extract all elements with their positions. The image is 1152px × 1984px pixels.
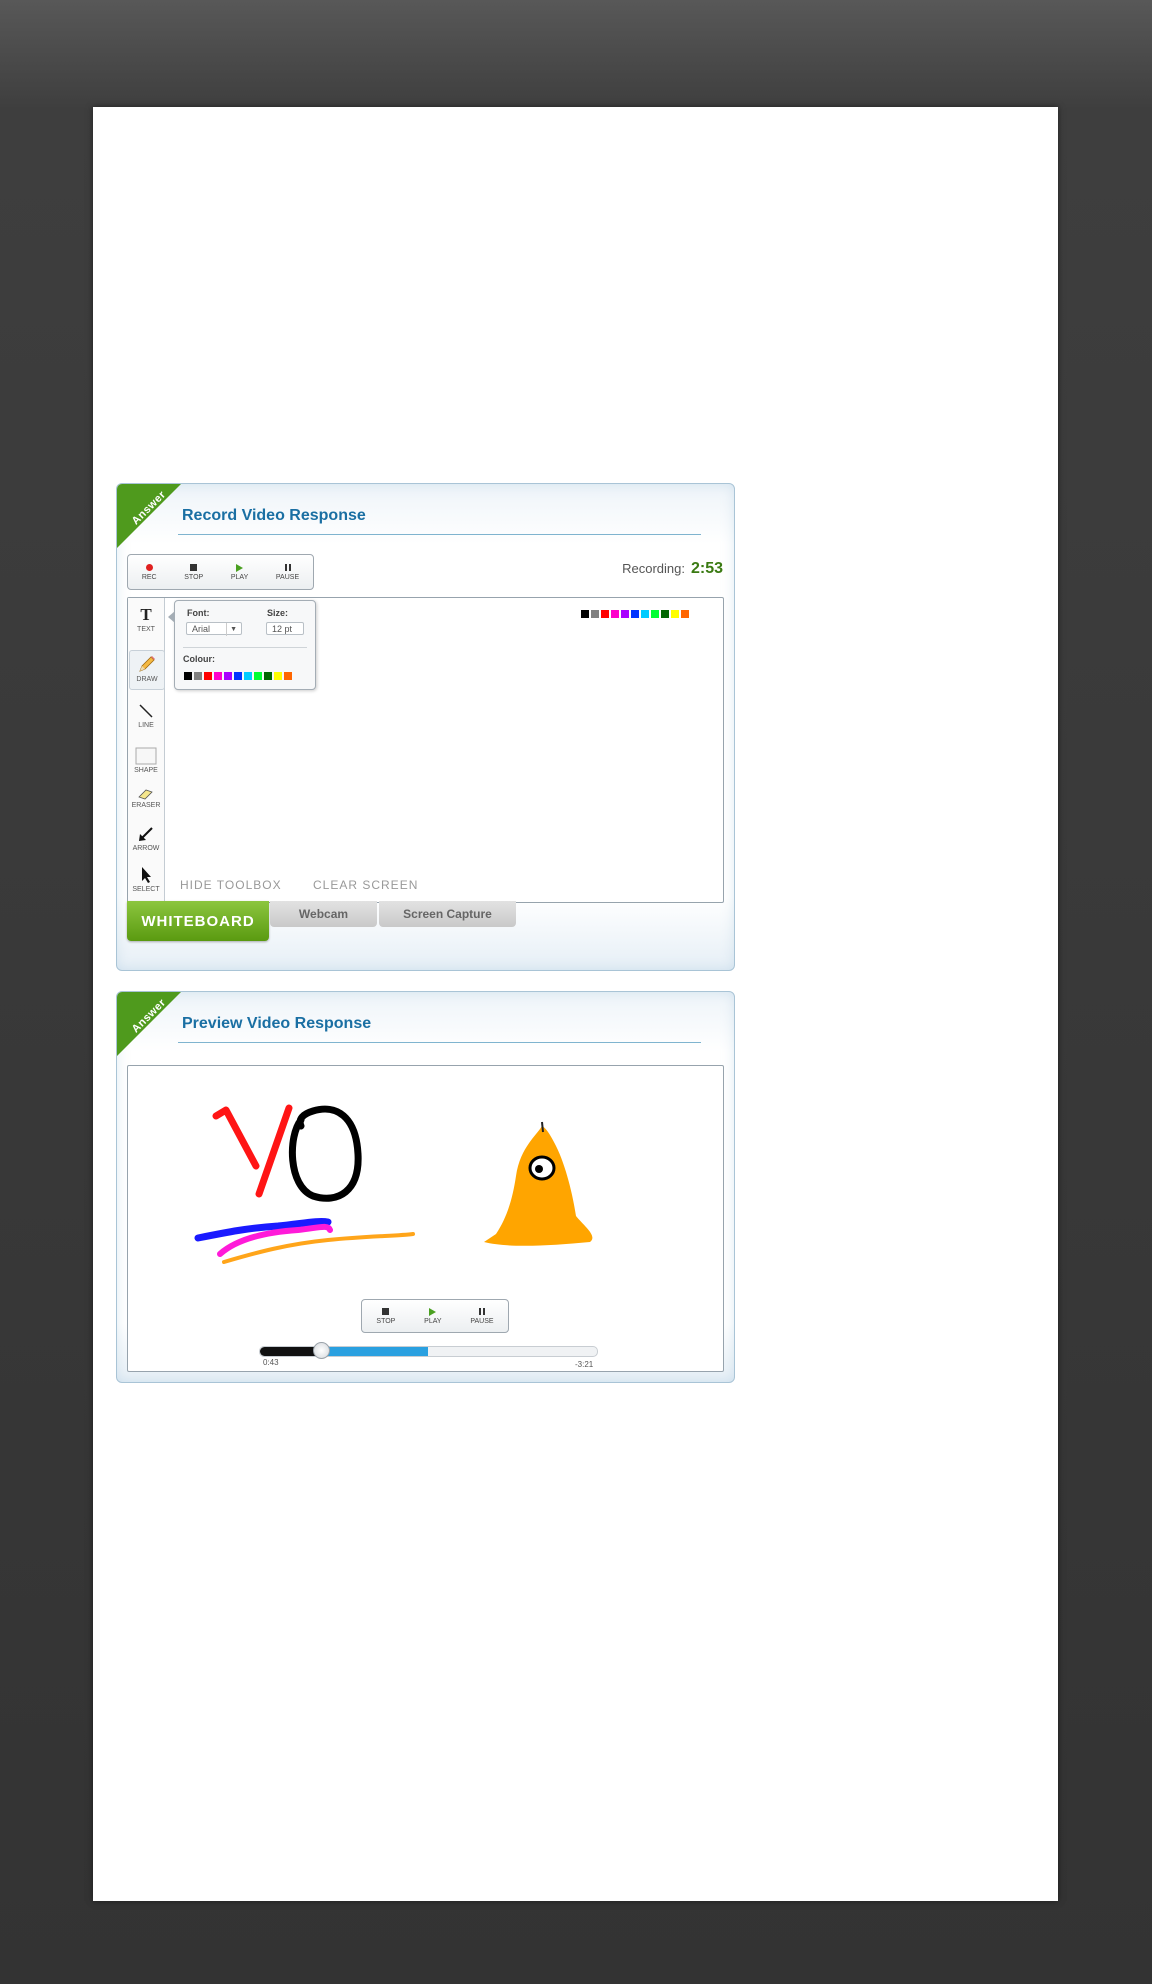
tab-webcam[interactable]: Webcam bbox=[270, 901, 377, 927]
cursor-icon bbox=[142, 867, 151, 883]
stop-button[interactable]: STOP bbox=[184, 563, 203, 581]
font-label: Font: bbox=[187, 608, 210, 618]
page-content: Answer Record Video Response REC STOP PL… bbox=[93, 107, 1058, 1901]
panel-title: Preview Video Response bbox=[182, 1015, 372, 1032]
title-divider bbox=[178, 534, 701, 535]
text-options-popup: Font: Arial ▼ Size: 12 pt Colour: bbox=[168, 600, 316, 690]
colour-swatch[interactable] bbox=[184, 672, 192, 680]
eraser-tool[interactable]: ERASER bbox=[129, 788, 163, 809]
seek-buffered bbox=[320, 1347, 429, 1356]
colour-swatch[interactable] bbox=[611, 610, 619, 618]
recording-label: Recording: bbox=[622, 561, 685, 576]
tab-screen-capture[interactable]: Screen Capture bbox=[379, 901, 516, 927]
line-tool-icon bbox=[139, 704, 153, 718]
colour-swatch[interactable] bbox=[204, 672, 212, 680]
popup-divider bbox=[183, 647, 307, 648]
seek-handle[interactable] bbox=[312, 1342, 330, 1359]
pause-button[interactable]: PAUSE bbox=[470, 1307, 494, 1325]
recording-time: 2:53 bbox=[690, 560, 723, 577]
pencil-icon bbox=[139, 656, 155, 672]
clear-screen-link[interactable]: CLEAR SCREEN bbox=[313, 878, 418, 892]
colour-swatch[interactable] bbox=[284, 672, 292, 680]
video-preview-frame[interactable]: STOP PLAY PAUSE 0:43 -3:21 bbox=[127, 1065, 724, 1372]
rec-button[interactable]: REC bbox=[142, 563, 157, 581]
stop-icon bbox=[190, 564, 198, 571]
popup-colour-palette bbox=[184, 672, 292, 680]
play-icon bbox=[429, 1307, 437, 1316]
colour-swatch[interactable] bbox=[641, 610, 649, 618]
colour-swatch[interactable] bbox=[234, 672, 242, 680]
colour-label: Colour: bbox=[183, 654, 215, 664]
shape-tool-icon bbox=[135, 747, 157, 765]
remaining-time: -3:21 bbox=[575, 1360, 594, 1369]
stop-icon bbox=[382, 1308, 390, 1315]
record-controls: REC STOP PLAY PAUSE bbox=[127, 554, 314, 590]
play-button[interactable]: PLAY bbox=[424, 1307, 442, 1325]
draw-tool[interactable]: DRAW bbox=[129, 650, 165, 690]
colour-swatch[interactable] bbox=[591, 610, 599, 618]
play-icon bbox=[236, 563, 244, 572]
colour-swatch[interactable] bbox=[621, 610, 629, 618]
colour-swatch[interactable] bbox=[254, 672, 262, 680]
arrow-tool-icon bbox=[139, 827, 153, 841]
colour-swatch[interactable] bbox=[631, 610, 639, 618]
size-label: Size: bbox=[267, 608, 289, 618]
play-button[interactable]: PLAY bbox=[231, 563, 248, 581]
playback-controls: STOP PLAY PAUSE bbox=[361, 1299, 509, 1333]
colour-swatch[interactable] bbox=[224, 672, 232, 680]
colour-swatch[interactable] bbox=[661, 610, 669, 618]
colour-swatch[interactable] bbox=[581, 610, 589, 618]
shape-tool[interactable]: SHAPE bbox=[129, 747, 163, 774]
text-tool-icon: T bbox=[140, 605, 152, 624]
text-tool[interactable]: T TEXT bbox=[129, 605, 163, 634]
title-divider bbox=[178, 1042, 701, 1043]
chevron-down-icon: ▼ bbox=[226, 623, 237, 636]
hide-toolbox-link[interactable]: HIDE TOOLBOX bbox=[180, 878, 282, 892]
whiteboard-drawing bbox=[194, 1104, 593, 1264]
arrow-tool[interactable]: ARROW bbox=[129, 825, 163, 852]
panel-title: Record Video Response bbox=[182, 507, 366, 524]
whiteboard-canvas[interactable]: T TEXT DRAW LINE SHAPE ERASER ARROW SELE… bbox=[127, 597, 724, 903]
colour-swatch[interactable] bbox=[681, 610, 689, 618]
line-tool[interactable]: LINE bbox=[129, 702, 163, 729]
colour-swatch[interactable] bbox=[651, 610, 659, 618]
size-field[interactable]: 12 pt bbox=[266, 622, 304, 635]
seek-played bbox=[260, 1347, 321, 1356]
colour-swatch[interactable] bbox=[214, 672, 222, 680]
recording-status: Recording: 2:53 bbox=[622, 560, 723, 578]
pause-icon bbox=[284, 564, 291, 571]
select-tool[interactable]: SELECT bbox=[129, 866, 163, 893]
font-select[interactable]: Arial ▼ bbox=[186, 622, 242, 636]
colour-swatch[interactable] bbox=[274, 672, 282, 680]
colour-swatch[interactable] bbox=[244, 672, 252, 680]
colour-swatch[interactable] bbox=[601, 610, 609, 618]
record-video-panel: Answer Record Video Response REC STOP PL… bbox=[116, 483, 735, 971]
preview-video-panel: Answer Preview Video Response STOP PLAY … bbox=[116, 991, 735, 1383]
colour-swatch[interactable] bbox=[264, 672, 272, 680]
elapsed-time: 0:43 bbox=[263, 1358, 279, 1367]
colour-swatch[interactable] bbox=[194, 672, 202, 680]
whiteboard-toolbox: T TEXT DRAW LINE SHAPE ERASER ARROW SELE… bbox=[128, 598, 165, 902]
pause-button[interactable]: PAUSE bbox=[276, 563, 299, 581]
colour-swatch[interactable] bbox=[671, 610, 679, 618]
canvas-colour-palette bbox=[581, 610, 689, 618]
seek-bar[interactable] bbox=[259, 1342, 598, 1359]
record-icon bbox=[145, 564, 153, 571]
stop-button[interactable]: STOP bbox=[376, 1307, 395, 1325]
eraser-icon bbox=[138, 789, 153, 800]
pause-icon bbox=[478, 1308, 485, 1315]
tab-whiteboard[interactable]: WHITEBOARD bbox=[127, 901, 269, 941]
